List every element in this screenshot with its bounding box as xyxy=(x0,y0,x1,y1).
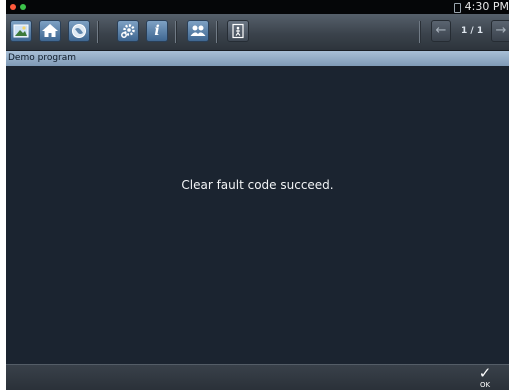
toolbar: i ← 1 / 1 → xyxy=(6,14,509,51)
toolbar-separator xyxy=(419,21,421,43)
status-bar: 4:30 PM xyxy=(6,0,509,14)
home-icon xyxy=(42,24,58,37)
exit-button[interactable] xyxy=(227,20,249,42)
ok-label: OK xyxy=(479,381,491,389)
battery-icon xyxy=(454,3,461,13)
settings-icon xyxy=(121,24,135,38)
group-icon xyxy=(190,25,206,36)
page-title: Demo program xyxy=(8,53,77,63)
toolbar-separator xyxy=(175,21,177,43)
globe-button[interactable] xyxy=(68,20,90,42)
status-time: 4:30 PM xyxy=(464,0,509,13)
result-message: Clear fault code succeed. xyxy=(181,178,334,192)
gallery-icon xyxy=(13,24,29,38)
app-screen: 4:30 PM i ← 1 / 1 → Demo program Clear f… xyxy=(6,0,509,390)
info-button[interactable]: i xyxy=(146,20,168,42)
page-indicator: 1 / 1 xyxy=(461,26,484,36)
gallery-button[interactable] xyxy=(10,20,32,42)
content-area: Clear fault code succeed. xyxy=(6,66,509,364)
bottom-bar: ✓ OK xyxy=(6,364,509,390)
home-button[interactable] xyxy=(39,20,61,42)
notification-dot-red xyxy=(10,4,16,10)
arrow-right-icon: → xyxy=(495,23,507,38)
toolbar-separator xyxy=(216,21,218,43)
next-page-button[interactable]: → xyxy=(491,20,509,42)
group-button[interactable] xyxy=(187,20,209,42)
info-icon: i xyxy=(154,23,160,39)
checkmark-icon: ✓ xyxy=(478,364,492,382)
notification-dot-green xyxy=(20,4,26,10)
settings-button[interactable] xyxy=(117,20,139,42)
ok-button[interactable]: ✓ OK xyxy=(472,366,498,390)
arrow-left-icon: ← xyxy=(435,23,447,38)
exit-icon xyxy=(232,23,244,39)
previous-page-button[interactable]: ← xyxy=(431,20,451,42)
toolbar-separator xyxy=(97,21,99,43)
title-bar: Demo program xyxy=(6,51,509,67)
globe-icon xyxy=(72,24,86,38)
